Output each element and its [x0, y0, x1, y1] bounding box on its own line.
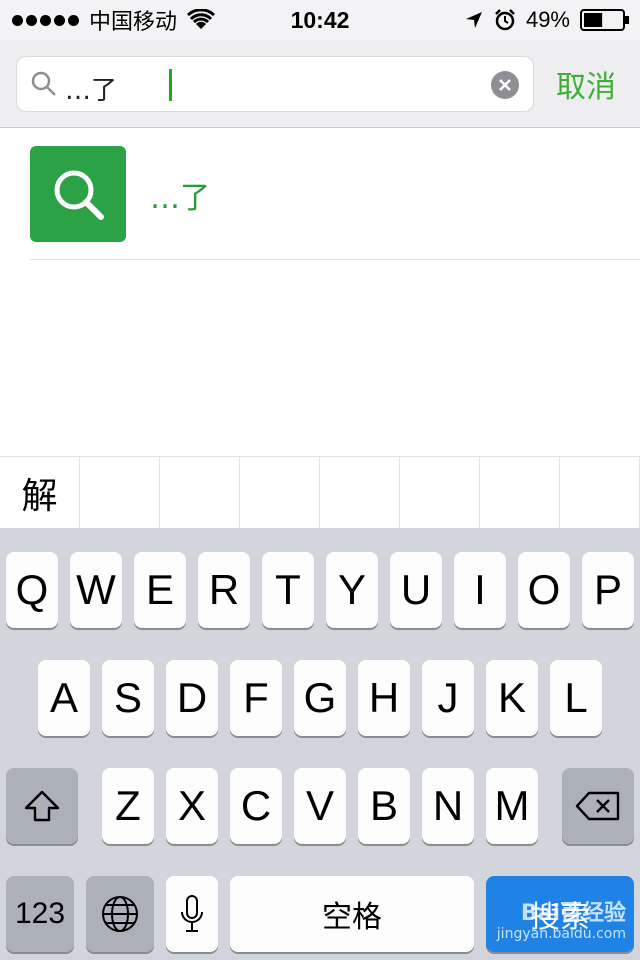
search-query-text: …了: [65, 76, 118, 106]
search-result-label: …了: [150, 181, 210, 216]
magnifier-icon: [31, 71, 56, 96]
search-result-row[interactable]: …了: [0, 129, 640, 260]
key-y[interactable]: Y: [326, 552, 378, 628]
keyboard: Q W E R T Y U I O P A S D F G H J K L Z …: [0, 528, 640, 960]
key-v[interactable]: V: [294, 768, 346, 844]
candidate-5[interactable]: [320, 457, 400, 529]
microphone-icon[interactable]: [166, 876, 218, 952]
search-bar: …了 取消: [0, 40, 640, 128]
candidate-4[interactable]: [240, 457, 320, 529]
alarm-clock-icon: [495, 9, 515, 31]
candidate-7[interactable]: [480, 457, 560, 529]
search-input[interactable]: …了: [16, 56, 534, 112]
key-o[interactable]: O: [518, 552, 570, 628]
watermark-brand: Bai百经验: [520, 901, 626, 927]
key-w[interactable]: W: [70, 552, 122, 628]
key-d[interactable]: D: [166, 660, 218, 736]
key-i[interactable]: I: [454, 552, 506, 628]
key-m[interactable]: M: [486, 768, 538, 844]
key-l[interactable]: L: [550, 660, 602, 736]
search-icon: [30, 146, 126, 242]
key-c[interactable]: C: [230, 768, 282, 844]
key-x[interactable]: X: [166, 768, 218, 844]
candidate-3[interactable]: [160, 457, 240, 529]
key-p[interactable]: P: [582, 552, 634, 628]
globe-icon[interactable]: [86, 876, 154, 952]
space-key[interactable]: 空格: [230, 876, 474, 952]
candidate-6[interactable]: [400, 457, 480, 529]
candidate-bar: 解: [0, 456, 640, 529]
watermark-url: jingyan.baidu.com: [496, 925, 626, 942]
shift-icon[interactable]: [6, 768, 78, 844]
key-u[interactable]: U: [390, 552, 442, 628]
backspace-icon[interactable]: [562, 768, 634, 844]
key-t[interactable]: T: [262, 552, 314, 628]
key-a[interactable]: A: [38, 660, 90, 736]
candidate-8[interactable]: [560, 457, 640, 529]
candidate-1[interactable]: 解: [0, 457, 80, 529]
key-h[interactable]: H: [358, 660, 410, 736]
key-k[interactable]: K: [486, 660, 538, 736]
status-bar: 中国移动 10:42 49%: [0, 0, 640, 40]
search-return-key[interactable]: 搜索 Bai百经验 jingyan.baidu.com: [486, 876, 634, 952]
text-caret: [169, 69, 172, 101]
key-z[interactable]: Z: [102, 768, 154, 844]
divider: [30, 259, 640, 260]
location-arrow-icon: [465, 12, 482, 28]
watermark: Bai百经验 jingyan.baidu.com: [497, 902, 626, 942]
battery-percent: 49%: [525, 7, 570, 32]
key-j[interactable]: J: [422, 660, 474, 736]
key-f[interactable]: F: [230, 660, 282, 736]
key-e[interactable]: E: [134, 552, 186, 628]
key-b[interactable]: B: [358, 768, 410, 844]
battery-icon: [580, 9, 629, 31]
key-g[interactable]: G: [294, 660, 346, 736]
cancel-button[interactable]: 取消: [556, 62, 616, 106]
candidate-2[interactable]: [80, 457, 160, 529]
key-n[interactable]: N: [422, 768, 474, 844]
clear-icon[interactable]: [491, 71, 519, 99]
key-s[interactable]: S: [102, 660, 154, 736]
numbers-key[interactable]: 123: [6, 876, 74, 952]
key-r[interactable]: R: [198, 552, 250, 628]
key-q[interactable]: Q: [6, 552, 58, 628]
